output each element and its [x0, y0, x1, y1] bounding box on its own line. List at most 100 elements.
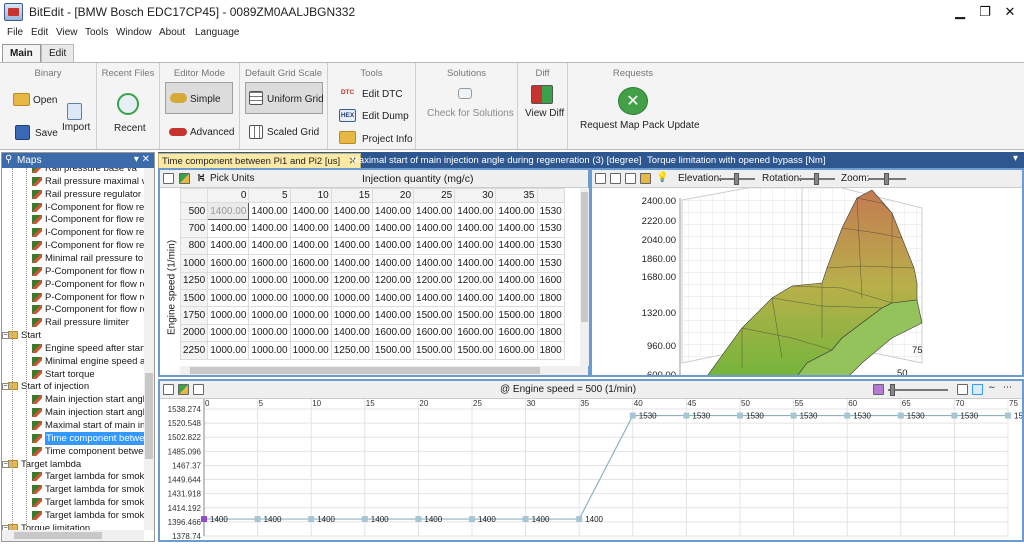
- column-header[interactable]: 15: [330, 188, 373, 203]
- tree-folder[interactable]: Target lambda −: [2, 458, 144, 471]
- tab-maximal-start[interactable]: Maximal start of main injection angle du…: [348, 153, 644, 168]
- tree-item[interactable]: Maximal start of main inj: [2, 419, 144, 432]
- table-cell[interactable]: 1500.00: [413, 341, 456, 360]
- tab-torque-limitation[interactable]: Torque limitation with opened bypass [Nm…: [644, 153, 828, 168]
- scroll-thumb[interactable]: [14, 532, 102, 539]
- table-cell[interactable]: 1400.00: [454, 254, 497, 273]
- table-cell[interactable]: 1400.00: [371, 236, 415, 256]
- column-header[interactable]: 5: [248, 188, 291, 203]
- table-cell[interactable]: 1400.00: [371, 306, 415, 325]
- dotted-line-icon[interactable]: ⋯: [1003, 382, 1014, 393]
- table-cell[interactable]: 1600: [536, 271, 565, 290]
- scroll-thumb[interactable]: [190, 367, 540, 374]
- table-cell[interactable]: 1000.00: [248, 306, 291, 325]
- smooth-line-icon[interactable]: ∼: [988, 382, 999, 393]
- column-header[interactable]: 20: [371, 188, 415, 203]
- table-cell[interactable]: 1400.00: [413, 201, 456, 221]
- row-header[interactable]: 1000: [179, 254, 209, 273]
- table-cell[interactable]: 1000.00: [248, 341, 291, 360]
- table-cell[interactable]: 1000.00: [207, 288, 250, 308]
- column-header[interactable]: 10: [289, 188, 332, 203]
- table-cell[interactable]: 1200.00: [413, 271, 456, 290]
- table-cell[interactable]: 1400.00: [371, 288, 415, 308]
- tree-item[interactable]: I-Component for flow re: [2, 226, 144, 239]
- menu-file[interactable]: File: [7, 27, 23, 38]
- table-cell[interactable]: 1400.00: [207, 236, 250, 256]
- mesh-icon[interactable]: [625, 173, 636, 184]
- tree-item[interactable]: I-Component for flow re: [2, 213, 144, 226]
- tree-item[interactable]: Target lambda for smoke: [2, 496, 144, 509]
- save-button[interactable]: Save: [35, 128, 58, 139]
- table-cell[interactable]: 1000.00: [248, 288, 291, 308]
- table-cell[interactable]: 1400.00: [413, 236, 456, 256]
- tree-item[interactable]: Rail pressure regulator m: [2, 188, 144, 201]
- table-cell[interactable]: 1800: [536, 341, 565, 360]
- row-header[interactable]: 1750: [179, 306, 209, 325]
- tree-item[interactable]: Start torque: [2, 368, 144, 381]
- table-cell[interactable]: 1600.00: [495, 323, 538, 343]
- rotation-slider[interactable]: [799, 173, 835, 185]
- tab-main[interactable]: Main: [2, 44, 41, 62]
- edit-dtc-button[interactable]: Edit DTC: [362, 89, 403, 100]
- table-cell[interactable]: 1500.00: [454, 341, 497, 360]
- open-button[interactable]: Open: [33, 95, 57, 106]
- row-header[interactable]: 1250: [179, 271, 209, 290]
- panel-pin-close[interactable]: ▾ ✕: [134, 154, 150, 165]
- table-cell[interactable]: 1400.00: [330, 323, 373, 343]
- menu-tools[interactable]: Tools: [85, 27, 108, 38]
- column-header[interactable]: 30: [454, 188, 497, 203]
- table-cell[interactable]: 1000.00: [289, 288, 332, 308]
- collapse-toggle[interactable]: −: [2, 332, 9, 340]
- row-header[interactable]: 500: [179, 201, 209, 221]
- table-cell[interactable]: 1250.00: [330, 341, 373, 360]
- table-cell[interactable]: 1400.00: [207, 219, 250, 238]
- table-cell[interactable]: 1600.00: [371, 323, 415, 343]
- heatmap-icon[interactable]: [179, 173, 190, 184]
- maps-tree[interactable]: Rail pressure base va Rail pressure maxim…: [2, 168, 144, 530]
- table-icon[interactable]: [193, 384, 204, 395]
- table-cell[interactable]: 1000.00: [289, 306, 332, 325]
- table-cell[interactable]: 1400.00: [454, 236, 497, 256]
- move-icon[interactable]: [595, 173, 606, 184]
- advanced-button[interactable]: Advanced: [190, 127, 234, 138]
- scroll-thumb[interactable]: [581, 192, 588, 322]
- table-cell[interactable]: 1000.00: [207, 271, 250, 290]
- table-cell[interactable]: 1400.00: [330, 254, 373, 273]
- table-cell[interactable]: 1400.00: [330, 236, 373, 256]
- table-cell[interactable]: 1400.00: [289, 201, 332, 221]
- row-header[interactable]: 2000: [179, 323, 209, 343]
- tree-item[interactable]: Rail pressure limiter: [2, 316, 144, 329]
- table-cell[interactable]: 1400.00: [371, 201, 415, 221]
- table-cell[interactable]: 1400.00: [495, 271, 538, 290]
- table-cell[interactable]: 1400.00: [207, 201, 250, 221]
- tree-item[interactable]: Time component betwee: [2, 431, 144, 445]
- row-header[interactable]: 1500: [179, 288, 209, 308]
- table-cell[interactable]: 1400.00: [330, 201, 373, 221]
- tree-item[interactable]: Main injection start angle: [2, 393, 144, 406]
- column-header[interactable]: [536, 188, 565, 203]
- column-header[interactable]: 35: [495, 188, 538, 203]
- import-button[interactable]: Import: [62, 122, 90, 133]
- table-cell[interactable]: 1000.00: [248, 271, 291, 290]
- tab-edit[interactable]: Edit: [41, 44, 75, 62]
- grid-icon[interactable]: [610, 173, 621, 184]
- menu-window[interactable]: Window: [116, 27, 152, 38]
- recent-button[interactable]: Recent: [114, 123, 146, 134]
- table-horizontal-scrollbar[interactable]: [180, 366, 588, 375]
- table-cell[interactable]: 1000.00: [207, 341, 250, 360]
- tree-item[interactable]: I-Component for flow re: [2, 201, 144, 214]
- zoom-slider[interactable]: [868, 173, 906, 185]
- table-cell[interactable]: 1200.00: [371, 271, 415, 290]
- table-cell[interactable]: 1530: [536, 219, 565, 238]
- table-cell[interactable]: 1530: [536, 201, 565, 221]
- table-cell[interactable]: 1000.00: [330, 306, 373, 325]
- table-cell[interactable]: 1400.00: [289, 219, 332, 238]
- view-diff-button[interactable]: View Diff: [525, 108, 564, 119]
- surface-3d-plot[interactable]: 2400.00 2220.00 2040.00 1860.00 1680.00 1320.…: [592, 188, 1022, 377]
- tree-item[interactable]: P-Component for flow re: [2, 291, 144, 304]
- row-header[interactable]: 700: [179, 219, 209, 238]
- scaled-grid-button[interactable]: Scaled Grid: [267, 127, 319, 138]
- tree-item[interactable]: I-Component for flow re: [2, 239, 144, 252]
- table-cell[interactable]: 1200.00: [330, 271, 373, 290]
- request-map-pack-button[interactable]: Request Map Pack Update: [580, 120, 700, 131]
